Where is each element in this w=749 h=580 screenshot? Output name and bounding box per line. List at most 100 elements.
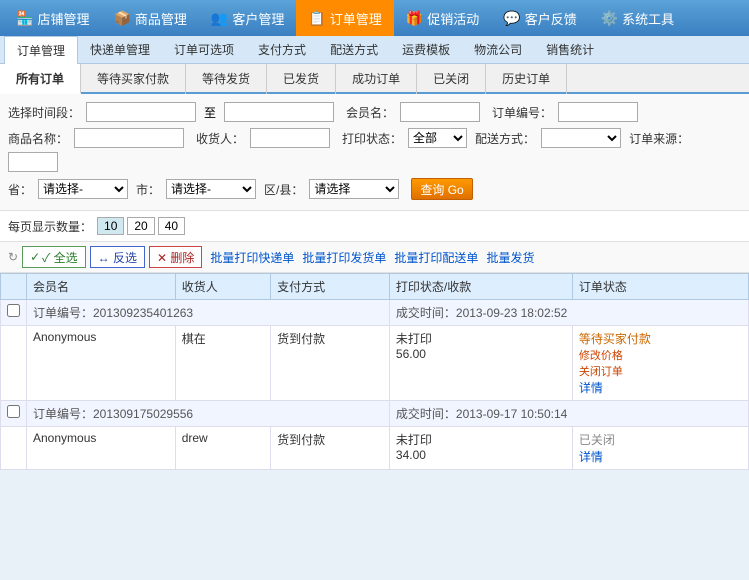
member-input[interactable]	[400, 102, 480, 122]
order1-detail-link[interactable]: 详情	[579, 381, 603, 395]
print-status-select[interactable]: 全部 已打印 未打印	[408, 128, 467, 148]
th-member: 会员名	[27, 274, 176, 300]
subnav-freight[interactable]: 运费模板	[390, 36, 462, 64]
table-row: Anonymous drew 货到付款 未打印 34.00 已关闭 详情	[1, 427, 749, 470]
invert-select-button[interactable]: ↔ 反选	[90, 246, 145, 268]
sub-nav: 订单管理 快递单管理 订单可选项 支付方式 配送方式 运费模板 物流公司 销售统…	[0, 36, 749, 64]
page-size-20[interactable]: 20	[127, 217, 154, 235]
order2-print-amount: 未打印 34.00	[389, 427, 572, 470]
tab-pending-ship[interactable]: 等待发货	[186, 64, 267, 94]
nav-feedback[interactable]: 💬 客户反馈	[491, 0, 588, 36]
tab-bar: 所有订单 等待买家付款 等待发货 已发货 成功订单 已关闭 历史订单	[0, 64, 749, 94]
order2-detail-link[interactable]: 详情	[579, 450, 603, 464]
order2-no: 订单编号：201309175029556	[27, 401, 390, 427]
batch-print-express-link[interactable]: 批量打印快递单	[210, 249, 294, 266]
order-no-label: 订单编号：	[492, 104, 552, 121]
top-nav: 🏪 店铺管理 📦 商品管理 👥 客户管理 📋 订单管理 🎁 促销活动 💬 客户反…	[0, 0, 749, 36]
th-receiver: 收货人	[175, 274, 270, 300]
order-no-input[interactable]	[558, 102, 638, 122]
tab-all-orders[interactable]: 所有订单	[0, 64, 81, 94]
batch-print-delivery-link[interactable]: 批量打印配送单	[394, 249, 478, 266]
feedback-icon: 💬	[503, 10, 520, 27]
tab-shipped[interactable]: 已发货	[267, 64, 336, 94]
tab-history[interactable]: 历史订单	[486, 64, 567, 94]
nav-orders[interactable]: 📋 订单管理	[296, 0, 393, 36]
th-checkbox	[1, 274, 27, 300]
orders-table-wrapper: 源码方式下huamar购买baln 会员名 收货人 支付方式 打印状态/收款 订…	[0, 273, 749, 470]
orders-table: 会员名 收货人 支付方式 打印状态/收款 订单状态 订单编号：20	[0, 273, 749, 470]
city-select[interactable]: 请选择-	[166, 179, 256, 199]
subnav-express-mgmt[interactable]: 快递单管理	[78, 36, 162, 64]
time-start-input[interactable]	[86, 102, 196, 122]
content-area: 所有订单 等待买家付款 等待发货 已发货 成功订单 已关闭 历史订单	[0, 64, 749, 470]
order1-checkbox[interactable]	[7, 304, 20, 317]
order2-payment: 货到付款	[271, 427, 390, 470]
order2-deal-time: 成交时间：2013-09-17 10:50:14	[389, 401, 748, 427]
city-label: 市：	[136, 181, 160, 198]
select-all-button[interactable]: ✓ ✓ 全选	[22, 246, 86, 268]
subnav-order-reselect[interactable]: 订单可选项	[162, 36, 246, 64]
page-size-10[interactable]: 10	[97, 217, 124, 235]
order1-receiver: 棋在	[175, 326, 270, 401]
tab-closed[interactable]: 已关闭	[417, 64, 486, 94]
delete-button[interactable]: ✕ 删除	[149, 246, 202, 268]
order-source-input[interactable]	[8, 152, 58, 172]
app-container: 🏪 店铺管理 📦 商品管理 👥 客户管理 📋 订单管理 🎁 促销活动 💬 客户反…	[0, 0, 749, 470]
order1-status: 等待买家付款	[579, 332, 651, 346]
member-label: 会员名：	[346, 104, 394, 121]
nav-store[interactable]: 🏪 店铺管理	[4, 0, 101, 36]
order1-no: 订单编号：2013092354012​63	[27, 300, 390, 326]
customers-icon: 👥	[211, 10, 228, 27]
order1-checkbox-cell	[1, 300, 27, 326]
subnav-logistics[interactable]: 物流公司	[462, 36, 534, 64]
refresh-icon: ↻	[8, 250, 18, 264]
page-size-40[interactable]: 40	[158, 217, 185, 235]
order2-member: Anonymous	[27, 427, 176, 470]
order1-print-amount: 未打印 56.00	[389, 326, 572, 401]
check-icon: ✓	[30, 250, 40, 264]
order1-action-close[interactable]: 关闭订单	[579, 363, 742, 379]
filter-area: 选择时间段： 至 会员名： 订单编号： 商品名称： 收货人： 打印状态： 全部 …	[0, 94, 749, 211]
orders-icon: 📋	[308, 10, 325, 27]
tab-pending-pay[interactable]: 等待买家付款	[81, 64, 186, 94]
time-end-input[interactable]	[224, 102, 334, 122]
order1-member: Anonymous	[27, 326, 176, 401]
nav-promotions[interactable]: 🎁 促销活动	[394, 0, 491, 36]
district-select[interactable]: 请选择	[309, 179, 399, 199]
nav-tools[interactable]: ⚙️ 系统工具	[589, 0, 686, 36]
query-button[interactable]: 查询 Go	[411, 178, 472, 200]
table-row: Anonymous 棋在 货到付款 未打印 56.00 等待买家付款 修改价格 …	[1, 326, 749, 401]
store-icon: 🏪	[16, 10, 33, 27]
order2-receiver: drew	[175, 427, 270, 470]
delivery-method-select[interactable]	[541, 128, 621, 148]
action-bar: ↻ ✓ ✓ 全选 ↔ 反选 ✕ 删除 批量打印快递单 批量打印发货单 批量打印配…	[0, 242, 749, 273]
tab-success[interactable]: 成功订单	[336, 64, 417, 94]
receiver-label: 收货人：	[196, 130, 244, 147]
nav-customers[interactable]: 👥 客户管理	[199, 0, 296, 36]
time-sep: 至	[204, 104, 216, 121]
batch-ship-link[interactable]: 批量发货	[486, 249, 534, 266]
order2-checkbox[interactable]	[7, 405, 20, 418]
order2-status-cell: 已关闭 详情	[572, 427, 748, 470]
nav-goods[interactable]: 📦 商品管理	[101, 0, 198, 36]
province-label: 省：	[8, 181, 32, 198]
table-row: 订单编号：2013092354012​63 成交时间：2013-09-23 18…	[1, 300, 749, 326]
goods-name-label: 商品名称：	[8, 130, 68, 147]
print-status-label: 打印状态：	[342, 130, 402, 147]
delivery-method-label: 配送方式：	[475, 130, 535, 147]
goods-name-input[interactable]	[74, 128, 184, 148]
receiver-input[interactable]	[250, 128, 330, 148]
district-label: 区/县：	[264, 181, 303, 198]
subnav-order-mgmt[interactable]: 订单管理	[4, 36, 78, 64]
batch-print-ship-link[interactable]: 批量打印发货单	[302, 249, 386, 266]
subnav-payment[interactable]: 支付方式	[246, 36, 318, 64]
province-select[interactable]: 请选择-	[38, 179, 128, 199]
order2-checkbox-cell	[1, 401, 27, 427]
order1-payment: 货到付款	[271, 326, 390, 401]
order2-data-checkbox-cell	[1, 427, 27, 470]
subnav-delivery[interactable]: 配送方式	[318, 36, 390, 64]
table-row: 订单编号：201309175029556 成交时间：2013-09-17 10:…	[1, 401, 749, 427]
subnav-sales-stats[interactable]: 销售统计	[534, 36, 606, 64]
order1-action-modify-price[interactable]: 修改价格	[579, 347, 742, 363]
page-size-area: 每页显示数量： 10 20 40	[0, 211, 749, 242]
